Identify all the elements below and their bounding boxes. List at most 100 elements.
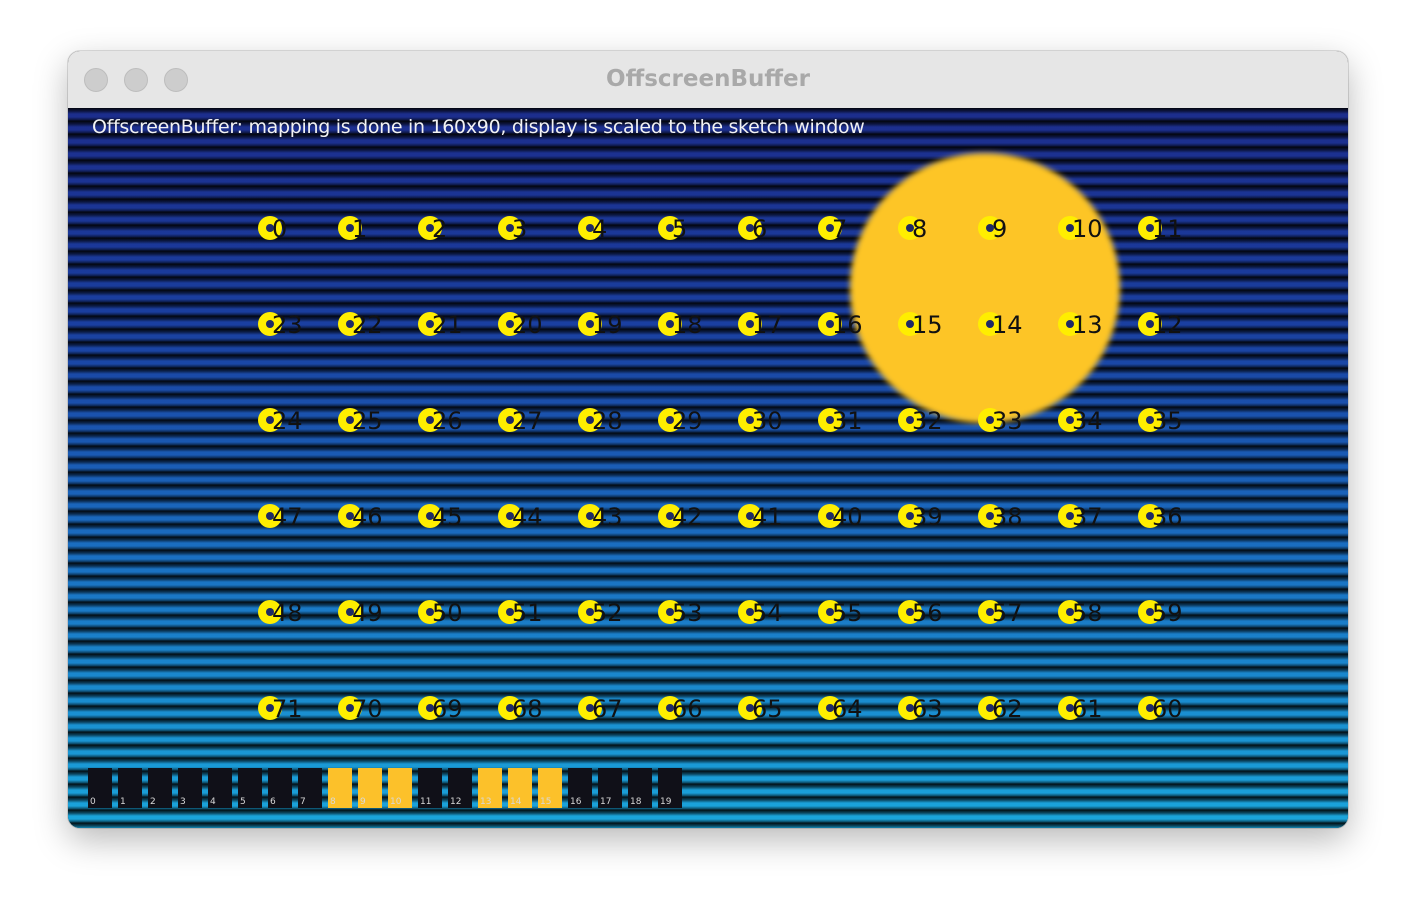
led-index-label: 56 bbox=[912, 599, 943, 627]
led-index-label: 65 bbox=[752, 695, 783, 723]
channel-indicator: 13 bbox=[478, 768, 502, 808]
led-index-label: 18 bbox=[672, 311, 703, 339]
channel-label: 18 bbox=[630, 797, 642, 807]
channel-label: 11 bbox=[420, 797, 432, 807]
led-index-label: 42 bbox=[672, 503, 703, 531]
led-index-label: 53 bbox=[672, 599, 703, 627]
led-index-label: 13 bbox=[1072, 311, 1103, 339]
led-index-label: 60 bbox=[1152, 695, 1183, 723]
channel-label: 5 bbox=[240, 797, 246, 807]
channel-label: 15 bbox=[540, 797, 552, 807]
channel-indicator: 19 bbox=[658, 768, 682, 808]
led-index-label: 2 bbox=[432, 215, 448, 243]
channel-label: 16 bbox=[570, 797, 582, 807]
led-index-label: 41 bbox=[752, 503, 783, 531]
led-index-label: 3 bbox=[512, 215, 528, 243]
led-index-label: 34 bbox=[1072, 407, 1103, 435]
led-index-label: 9 bbox=[992, 215, 1008, 243]
channel-label: 4 bbox=[210, 797, 216, 807]
led-index-label: 16 bbox=[832, 311, 863, 339]
led-index-label: 21 bbox=[432, 311, 463, 339]
channel-indicator: 15 bbox=[538, 768, 562, 808]
channel-indicator: 14 bbox=[508, 768, 532, 808]
led-index-label: 29 bbox=[672, 407, 703, 435]
led-index-label: 17 bbox=[752, 311, 783, 339]
led-index-label: 70 bbox=[352, 695, 383, 723]
led-index-label: 48 bbox=[272, 599, 303, 627]
led-index-label: 23 bbox=[272, 311, 303, 339]
led-index-label: 47 bbox=[272, 503, 303, 531]
led-index-label: 15 bbox=[912, 311, 943, 339]
channel-indicator: 1 bbox=[118, 768, 142, 808]
sun-circle bbox=[850, 153, 1120, 423]
led-index-label: 5 bbox=[672, 215, 688, 243]
led-index-label: 50 bbox=[432, 599, 463, 627]
led-index-label: 22 bbox=[352, 311, 383, 339]
led-index-label: 11 bbox=[1152, 215, 1183, 243]
channel-indicator: 3 bbox=[178, 768, 202, 808]
led-index-label: 49 bbox=[352, 599, 383, 627]
channel-indicator: 18 bbox=[628, 768, 652, 808]
led-index-label: 59 bbox=[1152, 599, 1183, 627]
led-index-label: 1 bbox=[352, 215, 368, 243]
led-index-label: 32 bbox=[912, 407, 943, 435]
title-bar: OffscreenBuffer bbox=[68, 51, 1348, 109]
channel-label: 0 bbox=[90, 797, 96, 807]
channel-indicator: 5 bbox=[238, 768, 262, 808]
led-index-label: 62 bbox=[992, 695, 1023, 723]
channel-label: 8 bbox=[330, 797, 336, 807]
led-index-label: 52 bbox=[592, 599, 623, 627]
channel-indicator: 0 bbox=[88, 768, 112, 808]
led-index-label: 68 bbox=[512, 695, 543, 723]
channel-label: 2 bbox=[150, 797, 156, 807]
channel-indicator: 8 bbox=[328, 768, 352, 808]
channel-label: 7 bbox=[300, 797, 306, 807]
led-index-label: 10 bbox=[1072, 215, 1103, 243]
led-index-label: 39 bbox=[912, 503, 943, 531]
led-index-label: 7 bbox=[832, 215, 848, 243]
channel-label: 10 bbox=[390, 797, 402, 807]
channel-indicator: 7 bbox=[298, 768, 322, 808]
canvas-caption: OffscreenBuffer: mapping is done in 160x… bbox=[92, 116, 865, 138]
channel-label: 1 bbox=[120, 797, 126, 807]
led-index-label: 20 bbox=[512, 311, 543, 339]
led-index-label: 66 bbox=[672, 695, 703, 723]
led-index-label: 26 bbox=[432, 407, 463, 435]
sketch-canvas[interactable]: OffscreenBuffer: mapping is done in 160x… bbox=[68, 108, 1348, 828]
led-index-label: 12 bbox=[1152, 311, 1183, 339]
led-index-label: 43 bbox=[592, 503, 623, 531]
channel-indicator: 11 bbox=[418, 768, 442, 808]
led-index-label: 38 bbox=[992, 503, 1023, 531]
channel-label: 19 bbox=[660, 797, 672, 807]
channel-label: 13 bbox=[480, 797, 492, 807]
led-index-label: 44 bbox=[512, 503, 543, 531]
channel-indicator: 6 bbox=[268, 768, 292, 808]
led-index-label: 40 bbox=[832, 503, 863, 531]
led-index-label: 69 bbox=[432, 695, 463, 723]
led-index-label: 71 bbox=[272, 695, 303, 723]
led-index-label: 31 bbox=[832, 407, 863, 435]
window-title: OffscreenBuffer bbox=[606, 66, 810, 92]
channel-label: 6 bbox=[270, 797, 276, 807]
led-index-label: 46 bbox=[352, 503, 383, 531]
led-index-label: 4 bbox=[592, 215, 608, 243]
led-index-label: 57 bbox=[992, 599, 1023, 627]
app-window: OffscreenBuffer OffscreenBuffer: mapping… bbox=[68, 51, 1348, 828]
led-index-label: 6 bbox=[752, 215, 768, 243]
led-index-label: 63 bbox=[912, 695, 943, 723]
led-index-label: 55 bbox=[832, 599, 863, 627]
led-index-label: 64 bbox=[832, 695, 863, 723]
channel-indicator: 17 bbox=[598, 768, 622, 808]
led-index-label: 28 bbox=[592, 407, 623, 435]
channel-label: 12 bbox=[450, 797, 462, 807]
channel-label: 3 bbox=[180, 797, 186, 807]
channel-indicator: 4 bbox=[208, 768, 232, 808]
led-index-label: 35 bbox=[1152, 407, 1183, 435]
led-index-label: 25 bbox=[352, 407, 383, 435]
led-index-label: 51 bbox=[512, 599, 543, 627]
led-index-label: 24 bbox=[272, 407, 303, 435]
channel-label: 9 bbox=[360, 797, 366, 807]
channel-indicator: 9 bbox=[358, 768, 382, 808]
led-index-label: 45 bbox=[432, 503, 463, 531]
led-index-label: 27 bbox=[512, 407, 543, 435]
